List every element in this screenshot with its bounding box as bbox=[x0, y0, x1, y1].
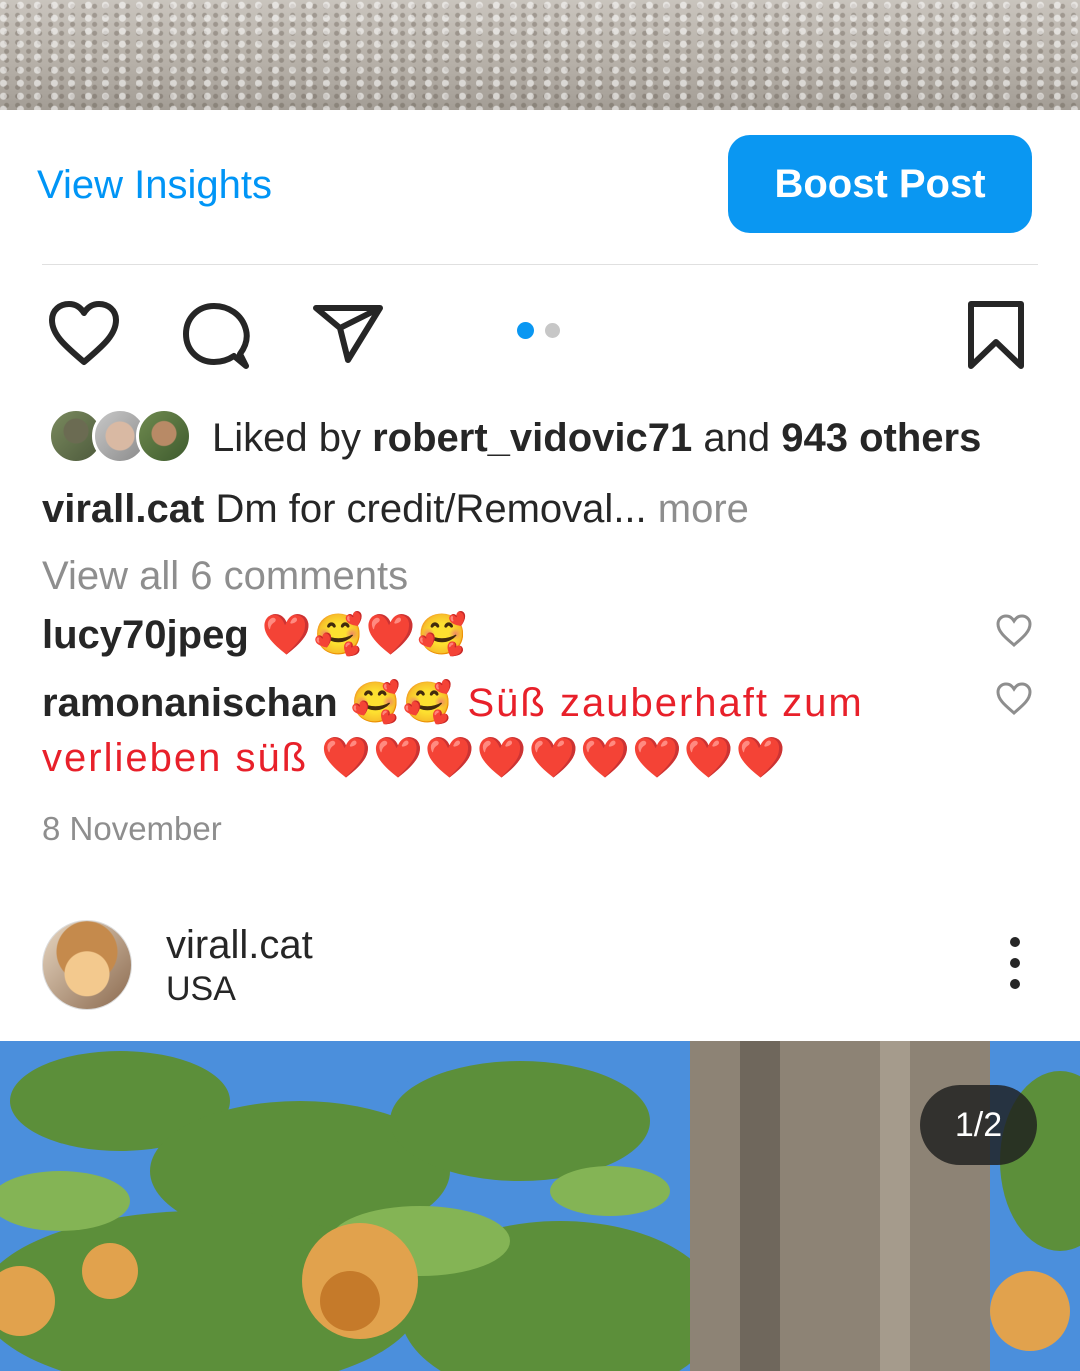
post-location[interactable]: USA bbox=[166, 970, 236, 1009]
post-caption: virall.cat Dm for credit/Removal... more bbox=[42, 487, 749, 531]
caption-username[interactable]: virall.cat bbox=[42, 487, 204, 531]
share-icon[interactable] bbox=[312, 302, 384, 364]
heart-icon[interactable] bbox=[48, 300, 120, 366]
comment-username[interactable]: lucy70jpeg bbox=[42, 613, 249, 657]
carousel-dot-active bbox=[517, 322, 534, 339]
caption-text: Dm for credit/Removal bbox=[204, 487, 614, 531]
divider bbox=[42, 264, 1038, 265]
boost-post-button[interactable]: Boost Post bbox=[728, 135, 1032, 233]
liker-avatars bbox=[48, 408, 192, 464]
more-link[interactable]: more bbox=[658, 487, 749, 531]
post-username[interactable]: virall.cat bbox=[166, 923, 313, 968]
post-date: 8 November bbox=[42, 810, 222, 847]
next-post-image[interactable] bbox=[0, 1041, 1080, 1371]
avatar[interactable] bbox=[42, 920, 132, 1010]
post-actions bbox=[0, 290, 1080, 376]
previous-post-image[interactable] bbox=[0, 0, 1080, 110]
avatar bbox=[136, 408, 192, 464]
comment-text: ❤️🥰❤️🥰 bbox=[248, 613, 470, 657]
next-post-header: virall.cat USA bbox=[0, 915, 1080, 1015]
view-all-comments-link[interactable]: View all 6 comments bbox=[42, 554, 408, 599]
comment: ramonanischan 🥰🥰 Süß zauberhaft zum verl… bbox=[42, 676, 972, 786]
insights-row: View Insights Boost Post bbox=[0, 110, 1080, 264]
carousel-counter: 1/2 bbox=[920, 1085, 1037, 1165]
comment-like-icon[interactable] bbox=[995, 614, 1033, 648]
carousel-dot bbox=[545, 323, 560, 338]
comment-icon[interactable] bbox=[180, 300, 252, 372]
liker-username[interactable]: robert_vidovic71 bbox=[372, 416, 692, 460]
more-options-icon[interactable] bbox=[1000, 937, 1030, 997]
comment-username[interactable]: ramonanischan bbox=[42, 681, 338, 725]
comment-like-icon[interactable] bbox=[995, 682, 1033, 716]
post-image-art bbox=[0, 1041, 1080, 1371]
liked-by-text: Liked by robert_vidovic71 and 943 others bbox=[212, 416, 982, 460]
comment: lucy70jpeg ❤️🥰❤️🥰 bbox=[42, 608, 972, 663]
carousel-indicator bbox=[517, 322, 560, 339]
bookmark-icon[interactable] bbox=[966, 300, 1026, 372]
likes-others[interactable]: 943 others bbox=[781, 416, 981, 460]
view-insights-link[interactable]: View Insights bbox=[37, 163, 272, 208]
likes-row[interactable]: Liked by robert_vidovic71 and 943 others bbox=[48, 406, 1048, 466]
